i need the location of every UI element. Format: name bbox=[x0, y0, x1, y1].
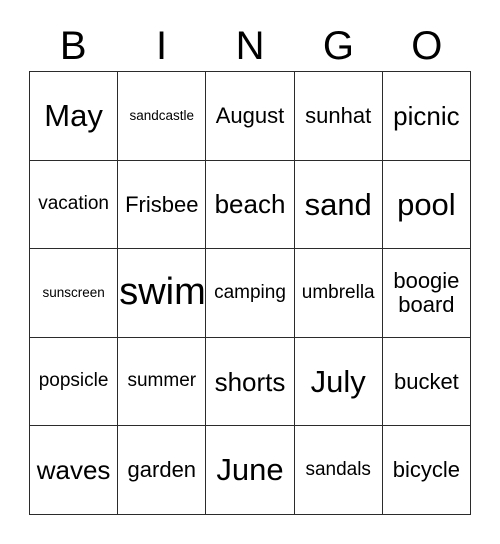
bingo-cell-label: picnic bbox=[393, 100, 460, 131]
bingo-cell[interactable]: shorts bbox=[206, 337, 295, 427]
bingo-header-letter-b: B bbox=[59, 24, 87, 68]
bingo-cell-label: vacation bbox=[38, 193, 109, 215]
bingo-cell-label: Frisbee bbox=[125, 191, 199, 217]
bingo-cell-label: beach bbox=[214, 189, 286, 220]
bingo-cell[interactable]: sandcastle bbox=[118, 72, 207, 161]
bingo-cell-label: shorts bbox=[214, 366, 286, 397]
bingo-cell[interactable]: vacation bbox=[30, 160, 119, 250]
bingo-cell[interactable]: camping bbox=[206, 249, 295, 338]
bingo-cell-label: sunhat bbox=[305, 102, 372, 128]
bingo-cell[interactable]: bicycle bbox=[382, 426, 471, 515]
bingo-cell-label: August bbox=[215, 102, 285, 128]
bingo-cell[interactable]: garden bbox=[118, 426, 207, 515]
bingo-cell-label: summer bbox=[127, 370, 197, 392]
bingo-cell[interactable]: August bbox=[206, 72, 295, 161]
bingo-cell[interactable]: June bbox=[206, 426, 295, 515]
bingo-cell-label: July bbox=[310, 363, 366, 399]
bingo-cell[interactable]: beach bbox=[206, 160, 295, 250]
bingo-cell-label: bicycle bbox=[392, 457, 461, 483]
bingo-cell-label: bucket bbox=[393, 368, 459, 394]
bingo-cell-label: sand bbox=[304, 186, 372, 222]
bingo-cell[interactable]: pool bbox=[382, 160, 471, 250]
bingo-cell[interactable]: summer bbox=[118, 337, 207, 427]
bingo-header-letter-o: O bbox=[411, 24, 443, 68]
bingo-cell-label: camping bbox=[214, 281, 286, 303]
bingo-cell[interactable]: bucket bbox=[382, 337, 471, 427]
bingo-cell-label: umbrella bbox=[301, 281, 375, 303]
bingo-cell[interactable]: sandals bbox=[294, 426, 383, 515]
bingo-cell[interactable]: sunhat bbox=[294, 72, 383, 161]
bingo-header-letter-n: N bbox=[235, 24, 265, 68]
bingo-grid: May sandcastle August sunhat picnic vaca… bbox=[29, 71, 471, 515]
bingo-cell-label: sandcastle bbox=[129, 107, 195, 123]
bingo-cell-label: waves bbox=[36, 455, 111, 486]
bingo-cell-label: May bbox=[44, 98, 103, 134]
bingo-cell-label: sandals bbox=[305, 458, 371, 480]
bingo-cell[interactable]: sunscreen bbox=[30, 249, 119, 338]
bingo-cell-label: sunscreen bbox=[42, 284, 105, 300]
bingo-cell[interactable]: popsicle bbox=[30, 337, 119, 427]
bingo-cell[interactable]: boogie board bbox=[382, 249, 471, 338]
bingo-cell[interactable]: swim bbox=[118, 249, 207, 338]
bingo-cell[interactable]: May bbox=[30, 72, 119, 161]
bingo-cell-label: June bbox=[216, 452, 284, 488]
bingo-cell-label: boogie board bbox=[393, 268, 460, 317]
bingo-cell-label: garden bbox=[127, 457, 197, 483]
bingo-cell[interactable]: July bbox=[294, 337, 383, 427]
bingo-cell[interactable]: umbrella bbox=[294, 249, 383, 338]
bingo-cell[interactable]: sand bbox=[294, 160, 383, 250]
bingo-header-row: B I N G O bbox=[29, 22, 471, 70]
bingo-cell[interactable]: Frisbee bbox=[118, 160, 207, 250]
bingo-header-letter-g: G bbox=[322, 24, 354, 68]
bingo-cell[interactable]: waves bbox=[30, 426, 119, 515]
bingo-cell[interactable]: picnic bbox=[382, 72, 471, 161]
bingo-header-letter-i: I bbox=[156, 24, 168, 68]
bingo-cell-label: popsicle bbox=[38, 370, 109, 392]
bingo-cell-label: swim bbox=[119, 271, 206, 314]
bingo-cell-label: pool bbox=[397, 186, 456, 222]
bingo-card: B I N G O May sandcastle August sunhat p… bbox=[0, 0, 500, 544]
